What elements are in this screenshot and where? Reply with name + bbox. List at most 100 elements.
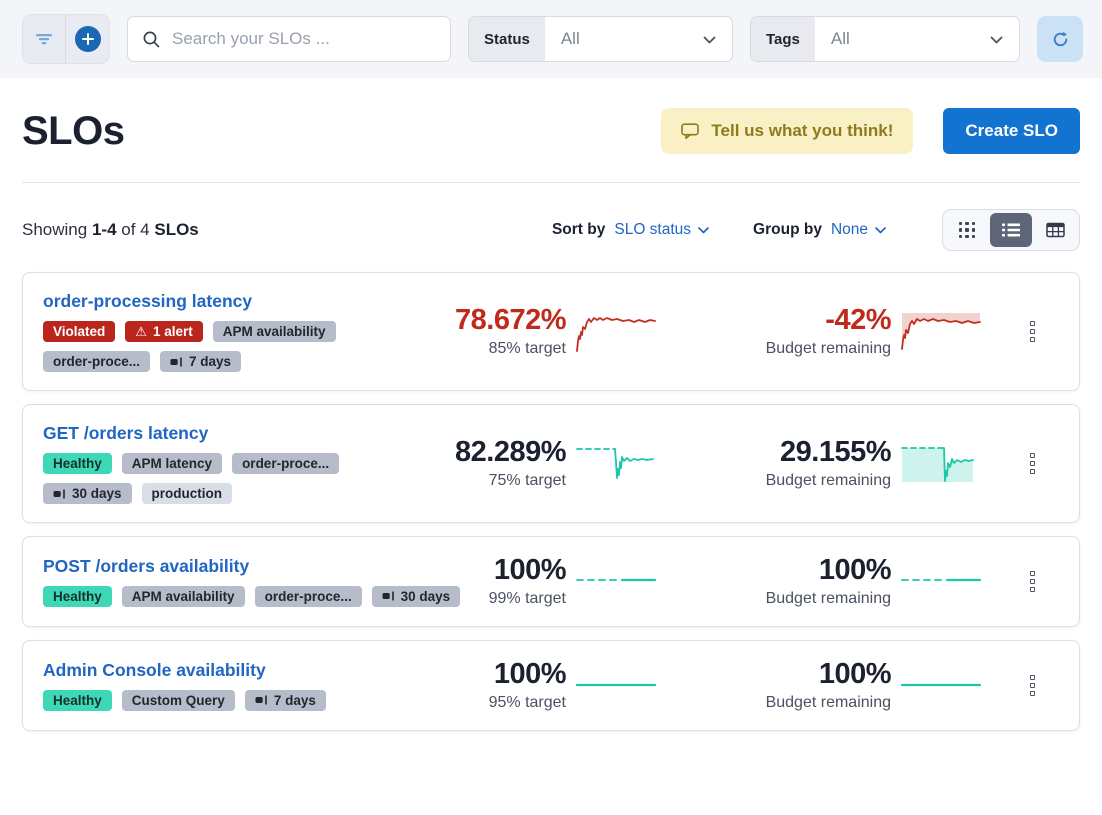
- slo-status-sparkline: [575, 558, 657, 604]
- slo-badge-healthy: Healthy: [43, 453, 112, 474]
- slo-status-sparkline: [575, 440, 657, 486]
- slo-badge-violated: Violated: [43, 321, 115, 342]
- slo-badges: HealthyAPM availabilityorder-proce...30 …: [43, 586, 414, 607]
- slo-name-link[interactable]: order-processing latency: [43, 291, 252, 312]
- chevron-down-icon: [875, 227, 886, 234]
- slo-badge-7-days[interactable]: 7 days: [160, 351, 241, 372]
- showing-label: Showing: [22, 220, 87, 239]
- sort-by-value: SLO status: [614, 221, 691, 239]
- filter-panel-toggle-button[interactable]: [23, 15, 66, 63]
- slo-target-caption: 75% target: [489, 472, 566, 490]
- slo-budget-caption: Budget remaining: [766, 590, 891, 608]
- slo-options-menu-button[interactable]: [1026, 317, 1039, 346]
- status-filter-label: Status: [469, 17, 545, 61]
- search-icon: [142, 30, 161, 49]
- chevron-down-icon: [698, 227, 709, 234]
- grid-view-toggle[interactable]: [946, 213, 988, 247]
- view-mode-toggle: [942, 209, 1080, 251]
- slo-status-stat: 78.672% 85% target: [414, 305, 657, 358]
- slo-badge-order-proce[interactable]: order-proce...: [255, 586, 362, 607]
- slo-badge-order-proce[interactable]: order-proce...: [43, 351, 150, 372]
- slo-card: Admin Console availability Healthy Custom…: [22, 640, 1080, 731]
- slo-status-sparkline: [575, 308, 657, 354]
- search-input[interactable]: [172, 29, 436, 49]
- filter-button-group: [22, 14, 110, 64]
- refresh-icon: [1050, 29, 1071, 50]
- time-window-icon: [382, 591, 395, 601]
- slo-budget-caption: Budget remaining: [766, 694, 891, 712]
- grid-view-icon: [959, 222, 976, 239]
- slo-budget-stat: 100% Budget remaining: [689, 659, 982, 712]
- time-window-icon: [170, 357, 183, 367]
- table-view-icon: [1046, 222, 1065, 238]
- slo-budget-caption: Budget remaining: [766, 472, 891, 490]
- showing-unit: SLOs: [154, 220, 198, 239]
- slo-target-caption: 99% target: [489, 590, 566, 608]
- slo-budget-value: 100%: [819, 659, 891, 691]
- slo-list: order-processing latency Violated ⚠1 aler…: [22, 272, 1080, 731]
- filter-icon: [35, 33, 53, 45]
- status-filter-select[interactable]: Status All: [468, 16, 733, 62]
- showing-count: Showing 1-4 of 4 SLOs: [22, 220, 552, 240]
- slo-budget-stat: 29.155% Budget remaining: [689, 437, 982, 490]
- slo-status-stat: 100% 99% target: [414, 555, 657, 608]
- slo-options-menu-button[interactable]: [1026, 449, 1039, 478]
- slo-badge-healthy: Healthy: [43, 586, 112, 607]
- slo-budget-sparkline: [900, 440, 982, 486]
- slo-badge-apm-availability[interactable]: APM availability: [122, 586, 245, 607]
- header-divider: [22, 182, 1080, 183]
- sort-by-dropdown[interactable]: SLO status: [614, 221, 709, 239]
- time-window-icon: [53, 489, 66, 499]
- slo-name-link[interactable]: POST /orders availability: [43, 556, 249, 577]
- slo-badge-apm-latency[interactable]: APM latency: [122, 453, 222, 474]
- chevron-down-icon: [703, 29, 716, 49]
- create-slo-button[interactable]: Create SLO: [943, 108, 1080, 154]
- slo-budget-value: -42%: [825, 305, 891, 337]
- slo-status-value: 100%: [494, 659, 566, 691]
- slo-budget-stat: -42% Budget remaining: [689, 305, 982, 358]
- header-actions: Tell us what you think! Create SLO: [661, 108, 1080, 154]
- slo-card-main: order-processing latency Violated ⚠1 aler…: [43, 291, 414, 372]
- status-filter-value: All: [561, 29, 580, 49]
- feedback-button-label: Tell us what you think!: [711, 121, 893, 141]
- slo-card: GET /orders latency Healthy APM latency or…: [22, 404, 1080, 523]
- slo-badge-1-alert: ⚠1 alert: [125, 321, 202, 342]
- list-controls: Showing 1-4 of 4 SLOs Sort by SLO status…: [22, 209, 1080, 251]
- slo-badge-7-days[interactable]: 7 days: [245, 690, 326, 711]
- slo-badge-order-proce[interactable]: order-proce...: [232, 453, 339, 474]
- tags-filter-label: Tags: [751, 17, 815, 61]
- warning-icon: ⚠: [135, 325, 147, 338]
- slo-card: order-processing latency Violated ⚠1 aler…: [22, 272, 1080, 391]
- slo-budget-sparkline: [900, 662, 982, 708]
- list-view-icon: [1002, 223, 1020, 237]
- feedback-button[interactable]: Tell us what you think!: [661, 108, 913, 154]
- slo-badge-30-days[interactable]: 30 days: [43, 483, 132, 504]
- list-view-toggle[interactable]: [990, 213, 1032, 247]
- slo-card: POST /orders availability Healthy APM ava…: [22, 536, 1080, 627]
- table-view-toggle[interactable]: [1034, 213, 1076, 247]
- slo-badge-production[interactable]: production: [142, 483, 233, 504]
- slo-badge-custom-query[interactable]: Custom Query: [122, 690, 235, 711]
- filters-toolbar: Status All Tags All: [0, 0, 1102, 78]
- page-header: SLOs Tell us what you think! Create SLO: [22, 108, 1080, 154]
- slo-target-caption: 85% target: [489, 340, 566, 358]
- plus-icon: [75, 26, 101, 52]
- slo-options-menu-button[interactable]: [1026, 567, 1039, 596]
- slo-badge-apm-availability[interactable]: APM availability: [213, 321, 336, 342]
- page-title: SLOs: [22, 109, 124, 154]
- slo-status-sparkline: [575, 662, 657, 708]
- refresh-button[interactable]: [1037, 16, 1083, 62]
- slo-name-link[interactable]: Admin Console availability: [43, 660, 266, 681]
- slo-options-menu-button[interactable]: [1026, 671, 1039, 700]
- group-by-dropdown[interactable]: None: [831, 221, 886, 239]
- add-filter-button[interactable]: [66, 15, 109, 63]
- speech-bubble-icon: [681, 123, 700, 140]
- showing-range: 1-4: [92, 220, 117, 239]
- slo-badge-healthy: Healthy: [43, 690, 112, 711]
- slo-budget-caption: Budget remaining: [766, 340, 891, 358]
- tags-filter-value: All: [831, 29, 850, 49]
- tags-filter-select[interactable]: Tags All: [750, 16, 1020, 62]
- slo-name-link[interactable]: GET /orders latency: [43, 423, 208, 444]
- group-by-control: Group by None: [753, 221, 886, 239]
- sort-by-control: Sort by SLO status: [552, 221, 709, 239]
